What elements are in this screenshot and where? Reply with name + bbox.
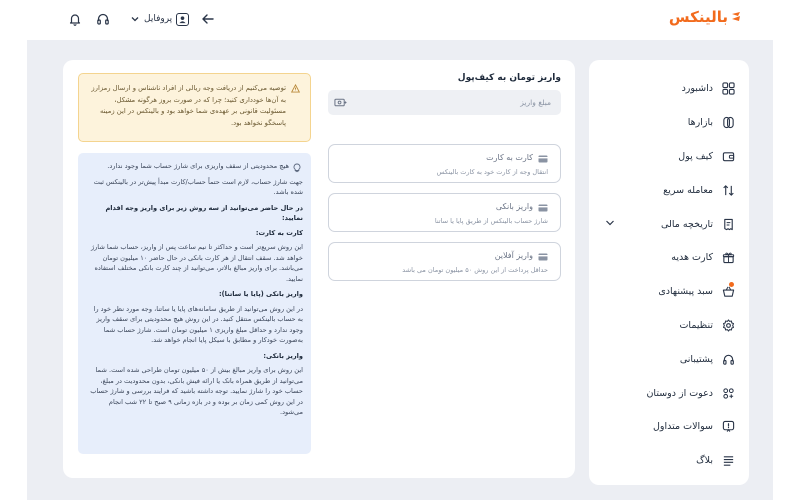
- profile-menu[interactable]: پروفایل: [130, 12, 190, 26]
- sidebar-item-faq[interactable]: سوالات متداول: [589, 410, 749, 444]
- card-icon: [538, 155, 548, 163]
- info-heading: واریز بانکی (پایا یا ساتنا):: [219, 290, 303, 298]
- bell-icon: [69, 14, 81, 26]
- sidebar-item-label: سوالات متداول: [653, 421, 713, 433]
- logo-mark-icon: [732, 12, 740, 21]
- info-box: هیچ محدودیتی از سقف واریزی برای شارژ حسا…: [78, 153, 311, 454]
- coins-icon: [721, 116, 735, 130]
- amount-placeholder: مبلغ واریز: [520, 98, 551, 107]
- warning-alert: توصیه می‌کنیم از دریافت وجه ریالی از افر…: [78, 73, 311, 142]
- method-offline-deposit[interactable]: واریز آفلاین حداقل پرداخت از این روش ۵۰ …: [328, 242, 561, 281]
- page-title: واریز تومان به کیف‌پول: [457, 73, 561, 83]
- info-heading: واریز بانکی:: [263, 351, 303, 360]
- sidebar-item-quick-trade[interactable]: معامله سریع: [589, 173, 749, 207]
- lightbulb-icon: [293, 163, 301, 173]
- method-title: واریز بانکی: [495, 202, 533, 211]
- sidebar-item-suggested-basket[interactable]: سبد پیشنهادی: [589, 275, 749, 309]
- sidebar-item-blog[interactable]: بلاگ: [589, 444, 749, 478]
- sidebar-item-wallet[interactable]: کیف پول: [589, 140, 749, 174]
- sidebar-item-label: تاریخچه مالی: [661, 218, 713, 230]
- sidebar-item-label: بلاگ: [696, 455, 713, 467]
- sidebar-item-financial-history[interactable]: تاریخچه مالی: [589, 207, 749, 241]
- card-icon: [538, 253, 548, 261]
- grid-icon: [721, 82, 735, 96]
- amount-input[interactable]: مبلغ واریز: [328, 90, 561, 115]
- info-heading: در حال حاضر می‌توانید از سه روش زیر برای…: [105, 203, 303, 223]
- info-text: این روش سریع‌تر است و حداکثر تا نیم ساعت…: [90, 243, 303, 283]
- brand-logo[interactable]: بالینکس: [669, 8, 742, 26]
- sidebar-item-label: پشتیبانی: [679, 353, 713, 365]
- info-text: در این روش می‌توانید از طریق سامانه‌های …: [93, 304, 303, 345]
- sidebar-item-markets[interactable]: بازارها: [589, 106, 749, 140]
- chevron-down-icon[interactable]: [605, 218, 615, 228]
- sidebar-item-dashboard[interactable]: داشبورد: [589, 72, 749, 106]
- cash-icon: [334, 98, 347, 107]
- info-text: هیچ محدودیتی از سقف واریزی برای شارژ حسا…: [107, 162, 289, 170]
- receipt-icon: [721, 217, 735, 231]
- arrows-updown-icon: [721, 183, 735, 197]
- info-heading: کارت به کارت:: [255, 228, 303, 237]
- sidebar-item-settings[interactable]: تنظیمات: [589, 309, 749, 343]
- back-button[interactable]: [199, 10, 217, 28]
- method-title: کارت به کارت: [486, 153, 533, 162]
- warning-icon: [291, 84, 300, 93]
- top-actions: پروفایل: [66, 10, 217, 28]
- sidebar: داشبورد بازارها کیف پول معامله سریع تاری…: [589, 60, 749, 485]
- deposit-card: واریز تومان به کیف‌پول مبلغ واریز کارت ب…: [63, 60, 575, 478]
- info-text: این روش برای واریز مبالغ بیش از ۵۰ میلیو…: [90, 366, 303, 416]
- support-button[interactable]: [94, 10, 112, 28]
- notifications-button[interactable]: [66, 10, 84, 28]
- sidebar-item-label: بازارها: [687, 117, 713, 129]
- arrow-left-icon: [202, 14, 214, 24]
- profile-label: پروفایل: [144, 14, 173, 24]
- sidebar-item-label: کارت هدیه: [671, 252, 713, 264]
- sidebar-item-label: داشبورد: [681, 83, 713, 95]
- headset-icon: [97, 13, 109, 25]
- sidebar-item-gift-card[interactable]: کارت هدیه: [589, 241, 749, 275]
- sidebar-item-support[interactable]: پشتیبانی: [589, 342, 749, 376]
- method-desc: انتقال وجه از کارت خود به کارت بالینکس: [436, 168, 548, 176]
- notification-dot: [729, 281, 734, 287]
- method-desc: شارژ حساب بالینکس از طریق پایا یا ساتنا: [434, 217, 548, 225]
- method-title: واریز آفلاین: [494, 251, 533, 260]
- method-card-to-card[interactable]: کارت به کارت انتقال وجه از کارت خود به ک…: [328, 144, 561, 183]
- sidebar-item-label: سبد پیشنهادی: [658, 286, 713, 298]
- method-bank-transfer[interactable]: واریز بانکی شارژ حساب بالینکس از طریق پا…: [328, 193, 561, 232]
- info-text: جهت شارژ حساب، لازم است حتماً حساب/کارت …: [93, 177, 303, 197]
- question-icon: [721, 420, 735, 434]
- menu-lines-icon: [721, 454, 735, 468]
- chevron-down-icon: [131, 17, 139, 22]
- method-desc: حداقل پرداخت از این روش ۵۰ میلیون تومان …: [402, 266, 548, 274]
- basket-icon: [721, 285, 735, 299]
- headset-icon: [721, 352, 735, 366]
- sidebar-item-label: دعوت از دوستان: [646, 387, 713, 399]
- logo-text: بالینکس: [668, 8, 728, 26]
- wallet-icon: [721, 149, 735, 163]
- users-icon: [721, 386, 735, 400]
- sidebar-item-invite-friends[interactable]: دعوت از دوستان: [589, 376, 749, 410]
- sidebar-item-label: معامله سریع: [663, 184, 713, 196]
- gear-icon: [721, 318, 735, 332]
- user-icon: [176, 12, 190, 26]
- card-icon: [538, 204, 548, 212]
- top-bar: بالینکس پروفایل: [0, 0, 800, 40]
- warning-text: توصیه می‌کنیم از دریافت وجه ریالی از افر…: [91, 84, 286, 127]
- sidebar-item-label: تنظیمات: [679, 319, 713, 331]
- gift-icon: [721, 251, 735, 265]
- sidebar-item-label: کیف پول: [678, 150, 713, 162]
